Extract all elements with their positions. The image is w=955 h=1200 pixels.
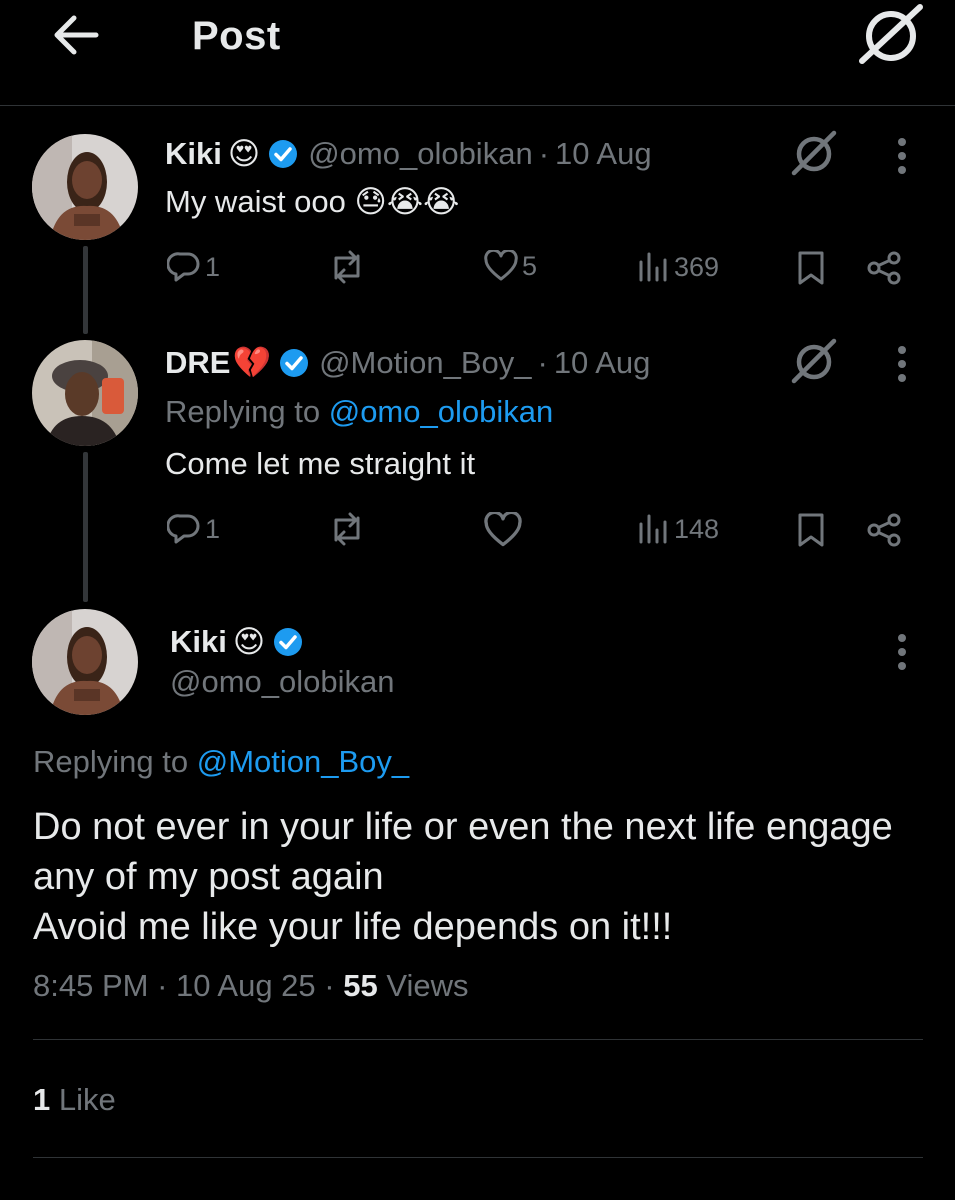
display-name[interactable]: DRE [165, 345, 230, 381]
handle[interactable]: @Motion_Boy_ [319, 345, 531, 381]
replying-label: Replying to [165, 394, 321, 429]
reply-count: 1 [205, 513, 221, 544]
repost-icon [334, 512, 360, 546]
replying-to: Replying to @omo_olobikan [165, 394, 553, 430]
handle[interactable]: @omo_olobikan [308, 136, 533, 172]
verified-badge-icon [274, 628, 303, 656]
likes-count: 1 [33, 1082, 51, 1117]
avatar-kiki[interactable] [32, 134, 138, 240]
page-title: Post [192, 14, 281, 58]
share-icon[interactable] [866, 512, 902, 548]
analytics-icon [639, 514, 667, 544]
tweet-meta: 8:45 PM · 10 Aug 25 · 55 Views [33, 968, 469, 1004]
main-tweet-header: Kiki 😍 [170, 624, 303, 660]
name-emoji: 💔 [232, 345, 272, 380]
tweet-text: My waist ooo 😓😭😭 [165, 184, 459, 220]
mention-link[interactable]: @omo_olobikan [329, 394, 554, 429]
avatar-kiki-main[interactable] [32, 609, 138, 715]
bookmark-icon[interactable] [796, 250, 826, 286]
display-name[interactable]: Kiki [170, 624, 227, 660]
like-button[interactable]: 5 [484, 250, 537, 282]
arrow-left-icon[interactable] [50, 12, 100, 58]
replying-label: Replying to [33, 744, 189, 779]
reply-count: 1 [205, 251, 221, 282]
more-icon[interactable] [896, 136, 908, 176]
repost-button[interactable] [328, 512, 370, 546]
repost-button[interactable] [328, 250, 370, 284]
verified-badge-icon [280, 348, 309, 377]
like-count: 5 [522, 250, 538, 281]
timestamp[interactable]: 10 Aug [555, 136, 652, 172]
tweet-text-content: My waist ooo [165, 184, 346, 219]
more-icon[interactable] [896, 632, 908, 672]
reply-button[interactable]: 1 [167, 512, 220, 546]
display-name[interactable]: Kiki [165, 136, 222, 172]
tweet-header: Kiki 😍 @omo_olobikan · 10 Aug [165, 136, 652, 172]
replying-to: Replying to @Motion_Boy_ [33, 744, 409, 780]
views-count: 369 [674, 251, 720, 282]
views-count: 55 [343, 968, 378, 1003]
thread-line [83, 452, 88, 602]
handle[interactable]: @omo_olobikan [170, 664, 395, 700]
separator-dot: · [538, 136, 550, 171]
thread-line [83, 246, 88, 334]
reply-button[interactable]: 1 [167, 250, 220, 284]
main-tweet-line: Avoid me like your life depends on it!!! [33, 906, 673, 948]
separator-dot: · [157, 968, 168, 1003]
avatar-dre[interactable] [32, 340, 138, 446]
top-bar: Post [0, 0, 955, 106]
tweet-emoji: 😓😭😭 [354, 184, 460, 219]
analytics-icon [639, 252, 667, 282]
separator-dot: · [324, 968, 335, 1003]
more-icon[interactable] [896, 344, 908, 384]
likes-summary[interactable]: 1 Like [33, 1082, 116, 1118]
views-button[interactable]: 369 [636, 250, 719, 284]
heart-icon [484, 512, 522, 547]
views-count: 148 [674, 513, 720, 544]
separator-dot: · [537, 344, 548, 380]
post-time[interactable]: 8:45 PM [33, 968, 148, 1003]
views-label: Views [386, 968, 469, 1003]
reply-icon [167, 252, 200, 282]
name-emoji: 😍 [232, 624, 266, 659]
grok-icon[interactable] [791, 338, 837, 384]
post-date[interactable]: 10 Aug 25 [176, 968, 316, 1003]
tweet-header: DRE 💔 @Motion_Boy_ · 10 Aug [165, 344, 650, 381]
repost-icon [334, 250, 360, 284]
main-tweet-line: any of my post again [33, 856, 384, 898]
main-tweet-text: Do not ever in your life or even the nex… [33, 802, 933, 952]
main-tweet-line: Do not ever in your life or even the nex… [33, 806, 893, 848]
share-icon[interactable] [866, 250, 902, 286]
bookmark-icon[interactable] [796, 512, 826, 548]
divider [33, 1039, 923, 1040]
grok-icon[interactable] [791, 130, 837, 176]
timestamp[interactable]: 10 Aug [554, 345, 651, 381]
grok-icon[interactable] [858, 4, 924, 64]
verified-badge-icon [269, 140, 298, 168]
views-button[interactable]: 148 [636, 512, 719, 546]
name-emoji: 😍 [227, 136, 261, 171]
tweet-text: Come let me straight it [165, 446, 476, 481]
mention-link[interactable]: @Motion_Boy_ [197, 744, 409, 779]
like-button[interactable] [484, 512, 526, 548]
heart-icon [484, 250, 518, 281]
likes-label: Like [58, 1082, 116, 1117]
divider [33, 1157, 923, 1158]
reply-icon [167, 514, 200, 544]
